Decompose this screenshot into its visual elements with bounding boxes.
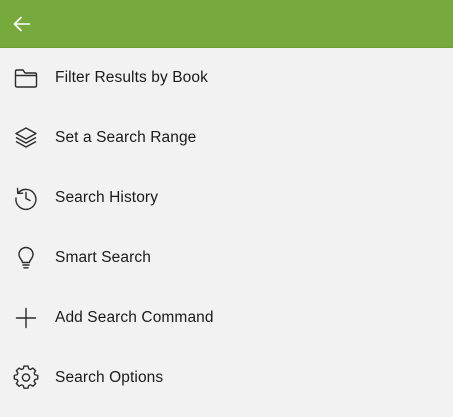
menu-item-smart-search[interactable]: Smart Search [0, 228, 453, 288]
lightbulb-icon [13, 245, 39, 271]
history-icon [13, 185, 39, 211]
menu-item-label: Filter Results by Book [55, 69, 208, 86]
menu-item-label: Set a Search Range [55, 129, 197, 146]
menu-item-label: Search History [55, 189, 159, 206]
menu-item-label: Smart Search [55, 249, 151, 266]
back-button[interactable] [0, 0, 44, 47]
plus-icon [13, 305, 39, 331]
gear-icon [13, 365, 39, 391]
layers-icon [13, 125, 39, 151]
menu-item-add-search-command[interactable]: Add Search Command [0, 288, 453, 348]
menu-item-search-history[interactable]: Search History [0, 168, 453, 228]
search-menu-panel: Filter Results by Book Set a Search Rang… [0, 0, 453, 417]
menu-item-filter-results-by-book[interactable]: Filter Results by Book [0, 48, 453, 108]
header-bar [0, 0, 453, 48]
menu-item-set-a-search-range[interactable]: Set a Search Range [0, 108, 453, 168]
search-menu-list: Filter Results by Book Set a Search Rang… [0, 48, 453, 408]
menu-item-label: Search Options [55, 369, 164, 386]
folder-icon [13, 65, 39, 91]
menu-item-search-options[interactable]: Search Options [0, 348, 453, 408]
arrow-left-icon [12, 14, 32, 34]
menu-item-label: Add Search Command [55, 309, 214, 326]
